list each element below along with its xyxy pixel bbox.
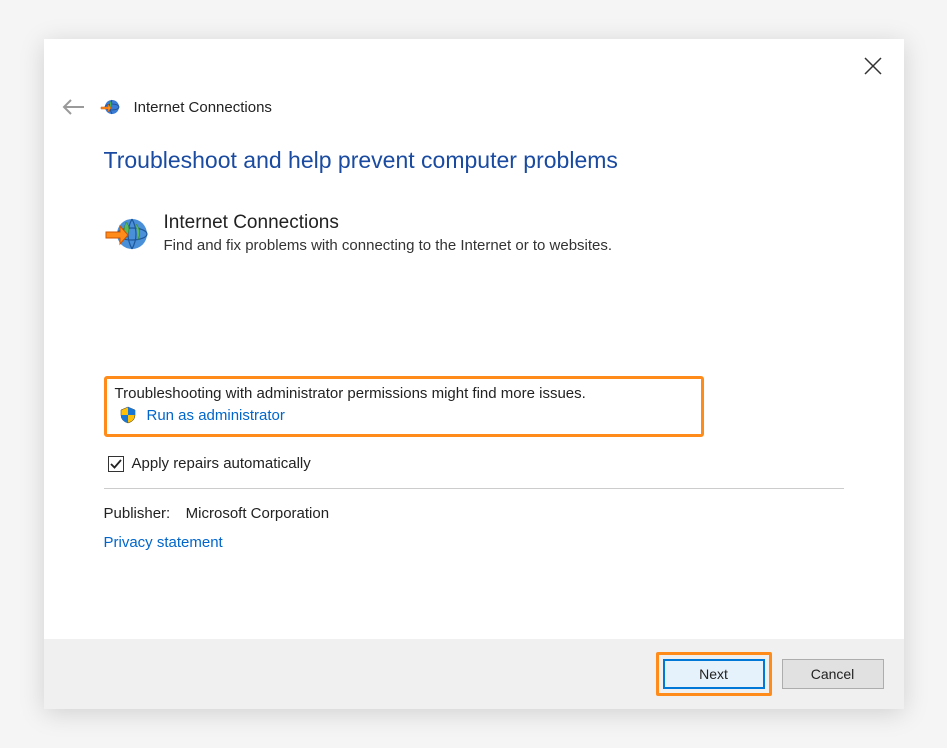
troubleshooter-icon	[104, 212, 148, 256]
troubleshooter-text: Internet Connections Find and fix proble…	[164, 212, 613, 256]
header-title: Internet Connections	[134, 99, 272, 116]
admin-notice-text: Troubleshooting with administrator permi…	[115, 385, 693, 402]
publisher-value: Microsoft Corporation	[186, 505, 329, 522]
next-button-highlight: Next	[656, 652, 772, 696]
footer-bar: Next Cancel	[44, 639, 904, 709]
divider	[104, 488, 844, 489]
close-button[interactable]	[864, 57, 882, 75]
next-button[interactable]: Next	[663, 659, 765, 689]
checkmark-icon	[110, 458, 122, 470]
troubleshooter-info: Internet Connections Find and fix proble…	[104, 212, 844, 256]
header-bar: Internet Connections	[44, 39, 904, 117]
globe-arrow-large-icon	[104, 212, 148, 256]
close-icon	[864, 57, 882, 75]
troubleshooter-description: Find and fix problems with connecting to…	[164, 237, 613, 254]
back-arrow-icon	[62, 98, 86, 116]
troubleshooter-title: Internet Connections	[164, 212, 613, 234]
admin-permissions-box: Troubleshooting with administrator permi…	[104, 376, 704, 437]
run-as-admin-link[interactable]: Run as administrator	[147, 407, 285, 424]
admin-link-row: Run as administrator	[115, 406, 693, 424]
cancel-button[interactable]: Cancel	[782, 659, 884, 689]
troubleshooter-dialog: Internet Connections Troubleshoot and he…	[44, 39, 904, 709]
globe-arrow-icon	[100, 97, 120, 117]
back-button[interactable]	[62, 98, 86, 116]
apply-repairs-checkbox[interactable]	[108, 456, 124, 472]
uac-shield-icon	[119, 406, 137, 424]
content-area: Troubleshoot and help prevent computer p…	[44, 117, 904, 639]
publisher-row: Publisher: Microsoft Corporation	[104, 505, 844, 522]
privacy-statement-link[interactable]: Privacy statement	[104, 534, 844, 551]
publisher-label: Publisher:	[104, 505, 182, 522]
apply-repairs-row: Apply repairs automatically	[104, 451, 844, 486]
troubleshooter-header-icon	[100, 97, 120, 117]
apply-repairs-label: Apply repairs automatically	[132, 455, 311, 472]
main-heading: Troubleshoot and help prevent computer p…	[104, 147, 844, 174]
